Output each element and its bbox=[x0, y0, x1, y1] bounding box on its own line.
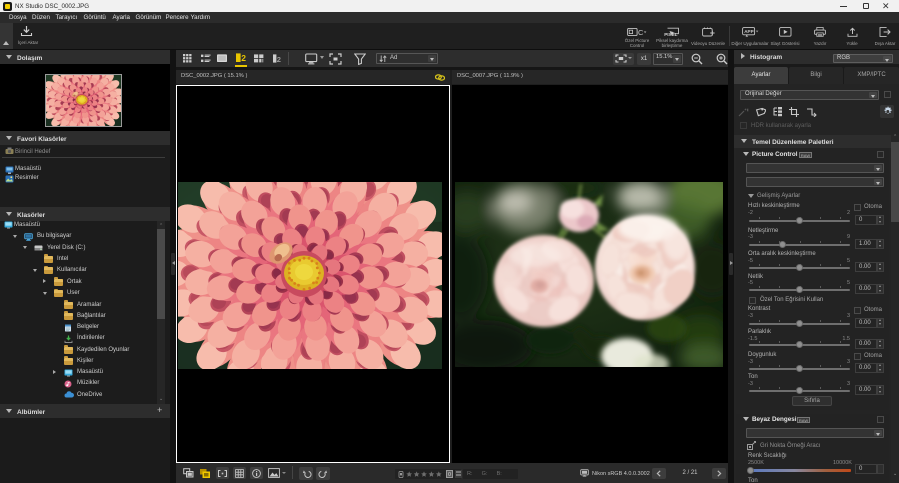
svg-text:PIXEL: PIXEL bbox=[664, 31, 677, 36]
svg-text:2: 2 bbox=[241, 53, 246, 62]
svg-text:2: 2 bbox=[276, 55, 280, 63]
svg-text:APP: APP bbox=[744, 29, 753, 34]
svg-text:C: C bbox=[638, 28, 644, 37]
